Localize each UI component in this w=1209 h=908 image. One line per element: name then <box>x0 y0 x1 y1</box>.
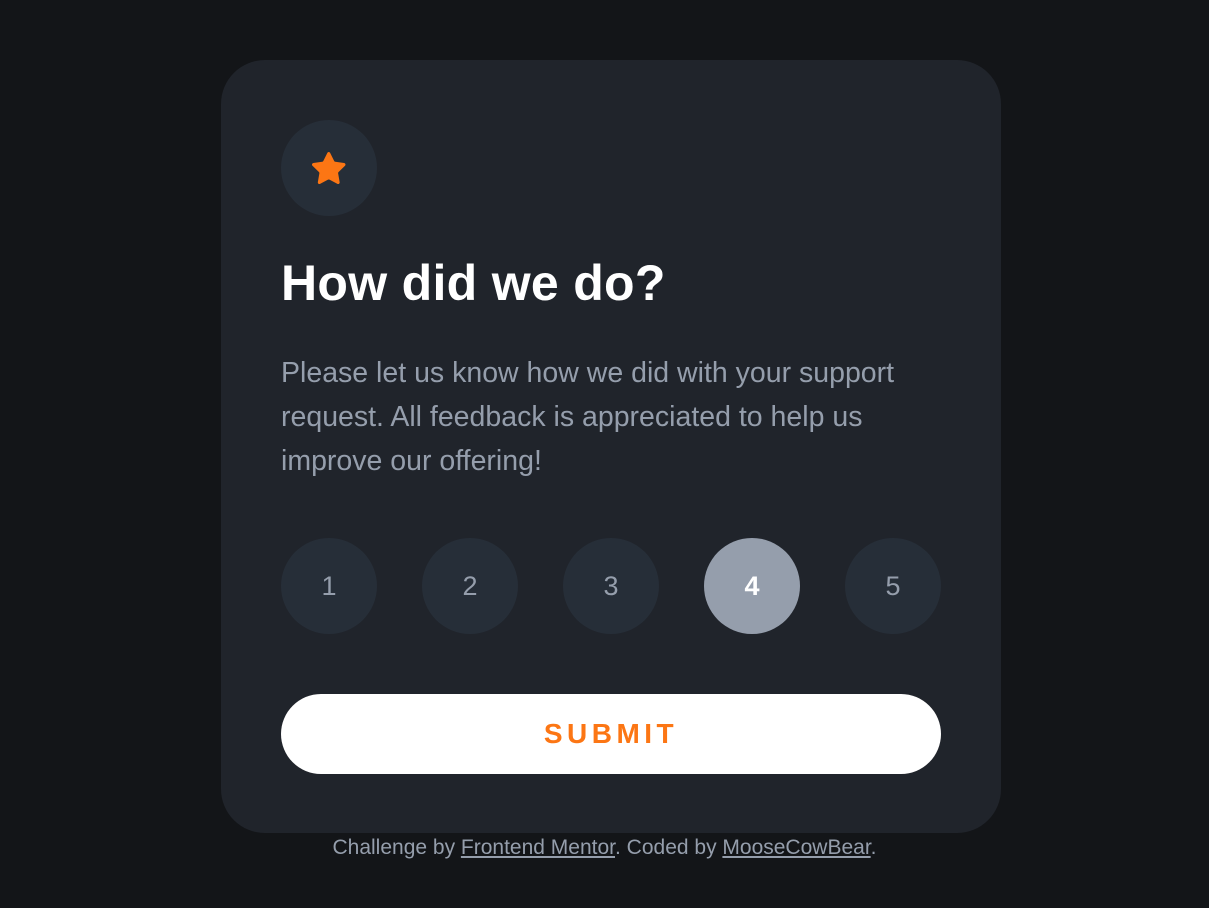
rating-button-3[interactable]: 3 <box>563 538 659 634</box>
rating-options: 1 2 3 4 5 <box>281 538 941 634</box>
submit-button[interactable]: SUBMIT <box>281 694 941 774</box>
card-title: How did we do? <box>281 255 666 311</box>
attribution-footer: Challenge by Frontend Mentor. Coded by M… <box>0 833 1209 863</box>
author-link[interactable]: MooseCowBear <box>722 836 870 859</box>
rating-button-4[interactable]: 4 <box>704 538 800 634</box>
rating-button-2[interactable]: 2 <box>422 538 518 634</box>
frontend-mentor-link[interactable]: Frontend Mentor <box>461 836 615 859</box>
rating-button-5[interactable]: 5 <box>845 538 941 634</box>
attribution-middle: . Coded by <box>615 836 723 859</box>
attribution-prefix: Challenge by <box>332 836 461 859</box>
card-description: Please let us know how we did with your … <box>281 357 895 477</box>
star-badge <box>281 120 377 216</box>
rating-card: How did we do? Please let us know how we… <box>221 60 1001 833</box>
attribution-suffix: . <box>870 836 877 859</box>
rating-button-1[interactable]: 1 <box>281 538 377 634</box>
star-icon <box>312 152 346 184</box>
